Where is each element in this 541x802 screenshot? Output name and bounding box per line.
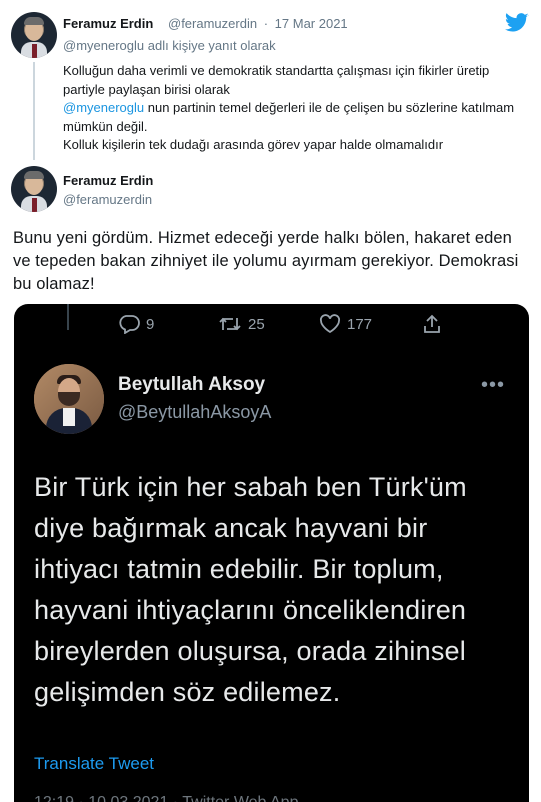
retweet-action[interactable]: 25 xyxy=(218,314,265,334)
like-icon xyxy=(319,314,341,334)
translate-tweet-link[interactable]: Translate Tweet xyxy=(34,754,154,774)
embedded-author-handle[interactable]: @BeytullahAksoyA xyxy=(118,402,271,423)
quoted-line-3: Kolluk kişilerin tek dudağı arasında gör… xyxy=(63,137,444,152)
meta-separator: · xyxy=(263,16,269,31)
retweet-count: 25 xyxy=(248,315,265,333)
main-author-name[interactable]: Feramuz Erdin xyxy=(63,173,153,188)
embedded-author-name[interactable]: Beytullah Aksoy xyxy=(118,374,265,396)
like-action[interactable]: 177 xyxy=(319,314,372,334)
more-icon[interactable]: ••• xyxy=(481,374,505,397)
twitter-bird-icon[interactable] xyxy=(505,13,529,33)
reply-action[interactable]: 9 xyxy=(118,314,154,334)
mention-link[interactable]: @myeneroglu xyxy=(63,100,144,115)
reply-count: 9 xyxy=(146,315,155,333)
quoted-line-1: Kolluğun daha verimli ve demokratik stan… xyxy=(63,63,490,97)
reply-icon xyxy=(119,315,140,334)
thread-line xyxy=(33,62,35,160)
share-action[interactable] xyxy=(422,314,442,334)
quoted-line-2: @myeneroglu nun partinin temel değerleri… xyxy=(63,99,523,136)
quoted-author-handle[interactable]: @feramuzerdin xyxy=(168,16,257,31)
quoted-tweet-body: Kolluğun daha verimli ve demokratik stan… xyxy=(63,62,523,155)
quoted-meta: @feramuzerdin · 17 Mar 2021 xyxy=(168,16,348,31)
tweet-media-image[interactable]: 9 25 177 Beytullah Aksoy @BeytullahAksoy… xyxy=(14,304,529,802)
embedded-tweet-meta: 12:19 · 10.03.2021 · Twitter Web App xyxy=(34,794,298,802)
main-author-avatar[interactable] xyxy=(11,166,57,212)
like-count: 177 xyxy=(347,315,373,333)
main-author-handle[interactable]: @feramuzerdin xyxy=(63,192,152,207)
quoted-author-avatar[interactable] xyxy=(11,12,57,58)
main-tweet-text: Bunu yeni gördüm. Hizmet edeceği yerde h… xyxy=(13,229,519,293)
retweet-icon xyxy=(219,317,241,331)
embedded-tweet-text: Bir Türk için her sabah ben Türk'üm diye… xyxy=(34,472,467,707)
share-icon xyxy=(424,314,440,333)
quoted-author-name[interactable]: Feramuz Erdin xyxy=(63,16,153,31)
quoted-date[interactable]: 17 Mar 2021 xyxy=(275,16,348,31)
action-row: 9 25 177 xyxy=(14,314,529,342)
embedded-author-avatar[interactable] xyxy=(34,364,104,434)
reply-context: @myeneroglu adlı kişiye yanıt olarak xyxy=(63,38,276,53)
